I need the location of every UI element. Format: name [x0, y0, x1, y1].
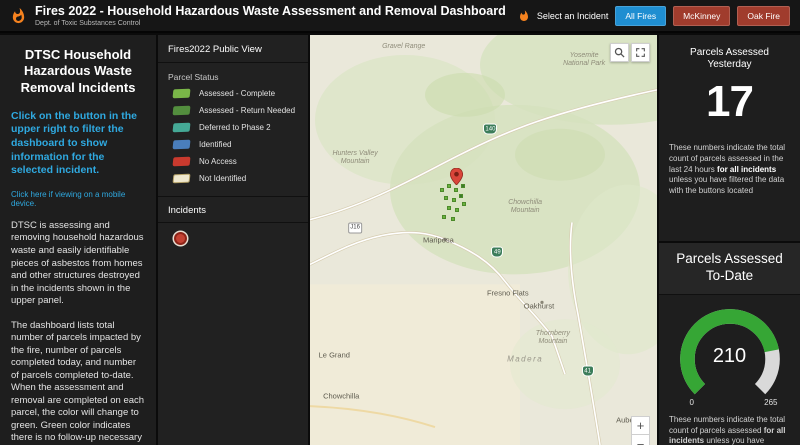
description-paragraph-1: DTSC is assessing and removing household… [11, 219, 144, 307]
parcels-todate-widget: Parcels Assessed To-Date 210 0 265 These… [659, 243, 800, 445]
route-shield-41: 41 [581, 365, 594, 377]
zoom-controls: + − [631, 416, 650, 445]
map-basemap [310, 35, 657, 445]
mobile-device-link[interactable]: Click here if viewing on a mobile device… [11, 190, 145, 208]
map-label-le-grand: Le Grand [318, 350, 350, 360]
legend-title: Fires2022 Public View [158, 35, 308, 63]
header-bar: Fires 2022 - Household Hazardous Waste A… [0, 0, 800, 33]
legend-group-title: Parcel Status [168, 72, 219, 82]
map-label-chowchilla: Chowchilla [323, 391, 360, 401]
map-label-fresno-flats: Fresno Flats [486, 288, 529, 298]
info-panel: DTSC Household Hazardous Waste Removal I… [0, 35, 156, 445]
route-shield-j16: J16 [348, 222, 362, 234]
gauge-max-label: 265 [764, 397, 778, 407]
page-subtitle: Dept. of Toxic Substances Control [35, 19, 141, 27]
page-title: Fires 2022 - Household Hazardous Waste A… [35, 4, 506, 19]
dashboard: Fires 2022 - Household Hazardous Waste A… [0, 0, 800, 445]
map-label-madera: Madera [507, 354, 544, 364]
legend-item-no-access: No Access [158, 153, 308, 170]
parcels-yesterday-description: These numbers indicate the total count o… [669, 143, 786, 196]
incident-point-icon [174, 232, 187, 245]
search-icon [614, 47, 625, 58]
route-shield-140: 140 [483, 123, 498, 135]
map-label-mariposa: Mariposa [422, 235, 454, 245]
parcels-yesterday-widget: Parcels Assessed Yesterday 17 These numb… [659, 35, 800, 241]
info-panel-title: DTSC Household Hazardous Waste Removal I… [20, 47, 136, 95]
gauge-value: 210 [712, 344, 747, 367]
description-paragraph-2: The dashboard lists total number of parc… [11, 319, 145, 445]
swatch-assessed-complete [172, 88, 191, 99]
map-search-button[interactable] [610, 43, 629, 62]
route-shield-49: 49 [491, 246, 504, 258]
parcels-yesterday-value: 17 [706, 77, 754, 126]
map-expand-button[interactable] [631, 43, 650, 62]
parcels-todate-title: Parcels Assessed To-Date [659, 243, 800, 295]
legend-item-not-identified: Not Identified [158, 170, 308, 187]
incident-selector: Select an Incident All Fires McKinney Oa… [518, 5, 790, 26]
filter-button-mckinney[interactable]: McKinney [673, 5, 731, 26]
map[interactable]: Gravel Range Yosemite National Park Hunt… [310, 35, 657, 445]
map-label-chowchilla-mtn: Chowchilla Mountain [508, 199, 543, 215]
zoom-out-button[interactable]: − [631, 435, 650, 445]
legend-item-return-needed: Assessed - Return Needed [158, 102, 308, 119]
incident-map-pin[interactable] [450, 168, 464, 186]
filter-instruction-text: Click on the button in the upper right t… [11, 109, 137, 177]
legend-item-assessed-complete: Assessed - Complete [158, 85, 308, 102]
app-flame-icon [12, 7, 25, 23]
map-label-gravel-range: Gravel Range [382, 43, 426, 51]
map-label-yosemite: Yosemite National Park [563, 51, 606, 67]
parcels-todate-gauge: 210 0 265 [674, 303, 786, 407]
map-label-hunters-valley-mtn: Hunters Valley Mountain [332, 149, 378, 165]
legend-item-deferred: Deferred to Phase 2 [158, 119, 308, 136]
map-label-thornberry-mtn: Thornberry Mountain [535, 330, 570, 346]
swatch-return-needed [172, 105, 191, 116]
filter-button-oak-fire[interactable]: Oak Fire [737, 5, 790, 26]
legend-panel: Fires2022 Public View Parcel Status Asse… [158, 35, 308, 445]
map-label-oakhurst: Oakhurst [523, 301, 555, 311]
gauge-min-label: 0 [689, 397, 694, 407]
legend-item-identified: Identified [158, 136, 308, 153]
parcels-yesterday-title: Parcels Assessed Yesterday [690, 47, 769, 70]
swatch-not-identified [172, 173, 191, 184]
swatch-deferred [172, 122, 191, 133]
swatch-identified [172, 139, 191, 150]
header-titles: Fires 2022 - Household Hazardous Waste A… [35, 4, 506, 26]
parcel-cluster[interactable] [438, 168, 482, 226]
filter-button-all-fires[interactable]: All Fires [615, 5, 667, 26]
select-incident-label: Select an Incident [536, 10, 609, 21]
incidents-section-title: Incidents [158, 196, 308, 223]
select-flame-icon [519, 9, 528, 21]
zoom-in-button[interactable]: + [631, 416, 650, 435]
swatch-no-access [172, 156, 191, 167]
expand-icon [636, 48, 645, 57]
